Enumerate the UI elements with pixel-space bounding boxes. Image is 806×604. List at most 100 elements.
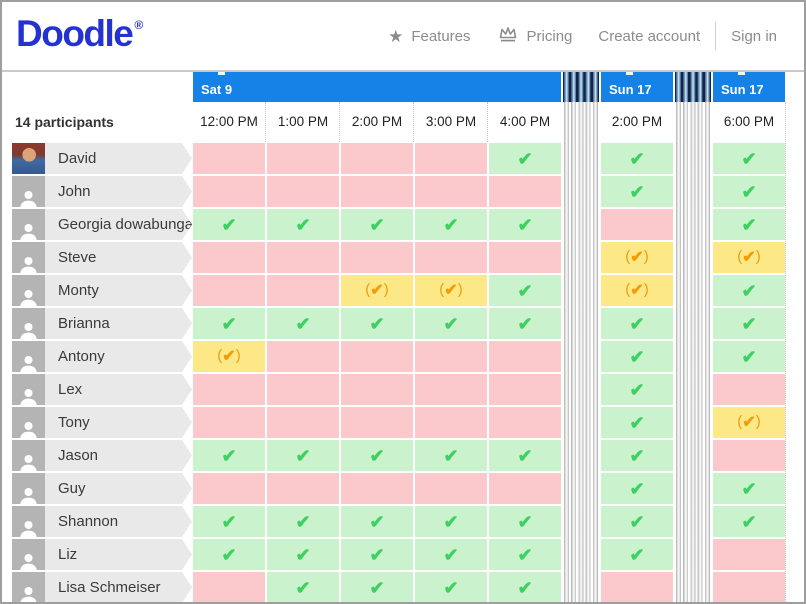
vote-cell-yes: ✔	[601, 308, 673, 339]
participant-name-tag: Steve	[45, 242, 192, 273]
check-icon: ✔	[741, 480, 756, 498]
vote-cell-no	[193, 275, 265, 306]
ifneedbe-check-icon: (✔)	[737, 415, 760, 431]
vote-cell-no	[267, 176, 339, 207]
participant-name-tag: Lex	[45, 374, 192, 405]
participant-name: Liz	[45, 546, 77, 563]
check-icon: ✔	[629, 348, 644, 366]
participant-avatar	[12, 572, 45, 603]
check-icon: ✔	[741, 315, 756, 333]
participant-avatar	[12, 242, 45, 273]
collapsed-columns-divider	[675, 72, 711, 604]
check-icon: ✔	[443, 216, 458, 234]
check-icon: ✔	[369, 315, 384, 333]
participant-name-tag: Shannon	[45, 506, 192, 537]
check-icon: ✔	[221, 546, 236, 564]
participant-name-tag: David	[45, 143, 192, 174]
vote-cell-no	[341, 341, 413, 372]
participant-name: Antony	[45, 348, 105, 365]
vote-cell-ifneedbe: (✔)	[713, 242, 785, 273]
check-icon: ✔	[629, 447, 644, 465]
vote-cell-no	[489, 341, 561, 372]
participant-name-tag: Liz	[45, 539, 192, 570]
vote-cell-no	[341, 176, 413, 207]
participant-name: Brianna	[45, 315, 110, 332]
vote-cell-ifneedbe: (✔)	[601, 275, 673, 306]
vote-cell-ifneedbe: (✔)	[193, 341, 265, 372]
doodle-page: Doodle® ★ Features Pricing Create accoun…	[0, 0, 806, 604]
participants-count-label: 14 participants	[15, 102, 114, 142]
check-icon: ✔	[369, 216, 384, 234]
participant-name: Georgia dowabunga	[45, 216, 193, 233]
ifneedbe-check-icon: (✔)	[365, 283, 388, 299]
column-dotted-divider	[785, 102, 786, 604]
time-header: 2:00 PM	[341, 102, 413, 142]
vote-cell-no	[267, 143, 339, 174]
vote-cell-yes: ✔	[713, 275, 785, 306]
vote-cell-no	[713, 539, 785, 570]
participant-name-tag: Jason	[45, 440, 192, 471]
check-icon: ✔	[517, 150, 532, 168]
vote-cell-no	[601, 209, 673, 240]
vote-cell-yes: ✔	[601, 341, 673, 372]
participant-avatar	[12, 440, 45, 471]
vote-cell-yes: ✔	[415, 539, 487, 570]
check-icon: ✔	[443, 315, 458, 333]
check-icon: ✔	[221, 513, 236, 531]
participant-avatar	[12, 176, 45, 207]
ifneedbe-check-icon: (✔)	[737, 250, 760, 266]
participant-name: Monty	[45, 282, 99, 299]
vote-cell-yes: ✔	[267, 440, 339, 471]
vote-cell-yes: ✔	[489, 209, 561, 240]
ifneedbe-check-icon: (✔)	[439, 283, 462, 299]
vote-cell-yes: ✔	[341, 308, 413, 339]
check-icon: ✔	[741, 282, 756, 300]
clipped-month-fragment	[626, 72, 633, 75]
check-icon: ✔	[741, 513, 756, 531]
check-icon: ✔	[443, 447, 458, 465]
vote-cell-no	[193, 572, 265, 603]
check-icon: ✔	[295, 216, 310, 234]
check-icon: ✔	[517, 513, 532, 531]
check-icon: ✔	[629, 315, 644, 333]
check-icon: ✔	[369, 546, 384, 564]
vote-cell-no	[489, 242, 561, 273]
check-icon: ✔	[221, 315, 236, 333]
column-dotted-divider	[265, 102, 266, 142]
participant-name-tag: John	[45, 176, 192, 207]
time-header: 4:00 PM	[489, 102, 561, 142]
vote-cell-no	[415, 143, 487, 174]
vote-cell-yes: ✔	[267, 539, 339, 570]
check-icon: ✔	[295, 546, 310, 564]
vote-cell-no	[341, 374, 413, 405]
time-header: 3:00 PM	[415, 102, 487, 142]
collapsed-columns-divider-header	[675, 72, 711, 102]
check-icon: ✔	[295, 447, 310, 465]
participant-avatar	[12, 308, 45, 339]
check-icon: ✔	[369, 447, 384, 465]
check-icon: ✔	[295, 513, 310, 531]
participant-avatar	[12, 341, 45, 372]
vote-cell-yes: ✔	[415, 506, 487, 537]
vote-cell-no	[341, 473, 413, 504]
participant-avatar	[12, 143, 45, 174]
vote-cell-no	[601, 572, 673, 603]
check-icon: ✔	[629, 513, 644, 531]
column-dotted-divider	[339, 102, 340, 142]
check-icon: ✔	[517, 315, 532, 333]
collapsed-columns-divider	[563, 72, 599, 604]
vote-cell-no	[713, 440, 785, 471]
participant-avatar	[12, 539, 45, 570]
check-icon: ✔	[369, 513, 384, 531]
vote-cell-yes: ✔	[601, 143, 673, 174]
time-header: 2:00 PM	[601, 102, 673, 142]
time-header: 6:00 PM	[713, 102, 785, 142]
participant-name: Shannon	[45, 513, 118, 530]
participant-name-tag: Lisa Schmeiser	[45, 572, 192, 603]
participant-name: David	[45, 150, 96, 167]
vote-cell-no	[489, 407, 561, 438]
participant-name-tag: Guy	[45, 473, 192, 504]
vote-cell-no	[341, 143, 413, 174]
date-label: Sun 17	[721, 82, 764, 97]
check-icon: ✔	[517, 579, 532, 597]
